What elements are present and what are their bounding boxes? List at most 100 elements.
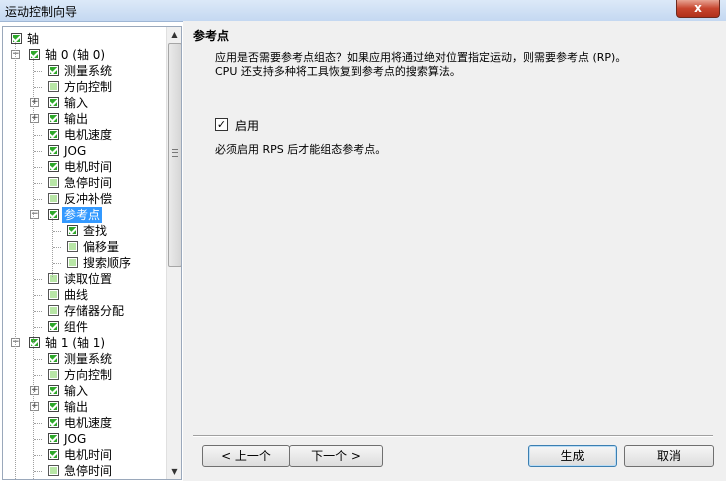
tree-checkbox[interactable]: [11, 33, 22, 44]
tree-item[interactable]: + 输入: [3, 383, 165, 399]
tree-item[interactable]: 反冲补偿: [3, 191, 165, 207]
tree-item[interactable]: 搜索顺序: [3, 255, 165, 271]
tree-item-label[interactable]: 轴 1 (轴 1): [43, 335, 107, 351]
tree-checkbox[interactable]: [48, 65, 59, 76]
tree-checkbox[interactable]: [48, 97, 59, 108]
expand-icon[interactable]: +: [30, 114, 39, 123]
collapse-icon[interactable]: −: [30, 210, 39, 219]
tree-item-label[interactable]: 电机时间: [62, 447, 114, 463]
tree-item-label[interactable]: 参考点: [62, 207, 103, 223]
tree-item-label[interactable]: JOG: [62, 143, 88, 159]
tree-item-label[interactable]: 测量系统: [62, 351, 114, 367]
tree-item[interactable]: + 输入: [3, 95, 165, 111]
close-button[interactable]: x: [676, 0, 720, 18]
tree-checkbox[interactable]: [48, 385, 59, 396]
tree-item-label[interactable]: 反冲补偿: [62, 191, 114, 207]
tree-checkbox[interactable]: [67, 241, 78, 252]
tree-item[interactable]: − 轴 1 (轴 1): [3, 335, 165, 351]
tree-item[interactable]: 曲线: [3, 287, 165, 303]
tree-checkbox[interactable]: [29, 49, 40, 60]
tree-item[interactable]: 查找: [3, 223, 165, 239]
expand-icon[interactable]: +: [30, 386, 39, 395]
tree-checkbox[interactable]: [48, 417, 59, 428]
tree-checkbox[interactable]: [48, 369, 59, 380]
tree-item-label[interactable]: 急停时间: [62, 463, 114, 479]
tree-item-label[interactable]: 输出: [62, 399, 90, 415]
tree-item-label[interactable]: 存储器分配: [62, 303, 126, 319]
tree-checkbox[interactable]: [48, 129, 59, 140]
tree-checkbox[interactable]: [48, 449, 59, 460]
next-button[interactable]: 下一个 >: [289, 445, 383, 467]
tree-checkbox[interactable]: [48, 145, 59, 156]
generate-button[interactable]: 生成: [528, 445, 617, 467]
tree-item-label[interactable]: 查找: [81, 223, 109, 239]
tree-checkbox[interactable]: [48, 465, 59, 476]
tree-item[interactable]: − 轴 0 (轴 0): [3, 47, 165, 63]
tree-checkbox[interactable]: [48, 161, 59, 172]
tree-item[interactable]: 急停时间: [3, 175, 165, 191]
tree-item-label[interactable]: 输入: [62, 383, 90, 399]
tree-item[interactable]: 读取位置: [3, 271, 165, 287]
expand-icon[interactable]: +: [30, 98, 39, 107]
tree-item-label[interactable]: 电机速度: [62, 127, 114, 143]
tree-item[interactable]: 组件: [3, 319, 165, 335]
tree-checkbox[interactable]: [48, 401, 59, 412]
tree-checkbox[interactable]: [67, 225, 78, 236]
tree-item-label[interactable]: 方向控制: [62, 79, 114, 95]
tree-item-label[interactable]: 组件: [62, 319, 90, 335]
tree-checkbox[interactable]: [48, 353, 59, 364]
tree-item-label[interactable]: 轴 0 (轴 0): [43, 47, 107, 63]
enable-checkbox[interactable]: ✓: [215, 118, 228, 131]
tree-item[interactable]: 电机时间: [3, 159, 165, 175]
tree-checkbox[interactable]: [48, 289, 59, 300]
tree-item-label[interactable]: 电机时间: [62, 159, 114, 175]
enable-label[interactable]: 启用: [235, 117, 259, 134]
tree-checkbox[interactable]: [48, 113, 59, 124]
tree-item[interactable]: − 参考点: [3, 207, 165, 223]
scrollbar-thumb[interactable]: [168, 43, 181, 267]
tree-checkbox[interactable]: [48, 177, 59, 188]
tree-item-label[interactable]: 输出: [62, 111, 90, 127]
tree-item[interactable]: 电机速度: [3, 127, 165, 143]
tree-item[interactable]: + 输出: [3, 111, 165, 127]
expand-icon[interactable]: +: [30, 402, 39, 411]
tree-item-label[interactable]: 搜索顺序: [81, 255, 133, 271]
tree-item-label[interactable]: 读取位置: [62, 271, 114, 287]
tree-item-label[interactable]: 电机速度: [62, 415, 114, 431]
scroll-down-icon[interactable]: ▼: [167, 464, 181, 479]
tree-checkbox[interactable]: [67, 257, 78, 268]
tree-item[interactable]: 测量系统: [3, 351, 165, 367]
tree-item[interactable]: + 输出: [3, 399, 165, 415]
tree-checkbox[interactable]: [29, 337, 40, 348]
tree-checkbox[interactable]: [48, 273, 59, 284]
tree-item[interactable]: 方向控制: [3, 79, 165, 95]
tree-item[interactable]: 测量系统: [3, 63, 165, 79]
tree-item-label[interactable]: 方向控制: [62, 367, 114, 383]
tree-item[interactable]: 急停时间: [3, 463, 165, 479]
tree-item[interactable]: 电机速度: [3, 415, 165, 431]
tree-checkbox[interactable]: [48, 209, 59, 220]
tree-item[interactable]: 电机时间: [3, 447, 165, 463]
tree-scrollbar[interactable]: ▲ ▼: [166, 27, 181, 479]
tree-item[interactable]: 方向控制: [3, 367, 165, 383]
tree-item-label[interactable]: 曲线: [62, 287, 90, 303]
navigation-tree[interactable]: 轴 − 轴 0 (轴 0) 测量系统 方向控制 + 输入 + 输出 电机速度 JOG 电机时间 急停时间…: [2, 26, 182, 480]
tree-item-label[interactable]: 测量系统: [62, 63, 114, 79]
tree-item-label[interactable]: JOG: [62, 431, 88, 447]
scroll-up-icon[interactable]: ▲: [167, 27, 181, 42]
tree-checkbox[interactable]: [48, 81, 59, 92]
tree-item[interactable]: 存储器分配: [3, 303, 165, 319]
cancel-button[interactable]: 取消: [624, 445, 714, 467]
tree-checkbox[interactable]: [48, 193, 59, 204]
tree-checkbox[interactable]: [48, 305, 59, 316]
tree-item-label[interactable]: 偏移量: [81, 239, 121, 255]
tree-checkbox[interactable]: [48, 433, 59, 444]
tree-item-label[interactable]: 输入: [62, 95, 90, 111]
tree-item-label[interactable]: 急停时间: [62, 175, 114, 191]
prev-button[interactable]: < 上一个: [202, 445, 290, 467]
tree-item[interactable]: JOG: [3, 143, 165, 159]
tree-item-label[interactable]: 轴: [25, 31, 41, 47]
tree-item[interactable]: 偏移量: [3, 239, 165, 255]
tree-checkbox[interactable]: [48, 321, 59, 332]
tree-item[interactable]: 轴: [3, 31, 165, 47]
